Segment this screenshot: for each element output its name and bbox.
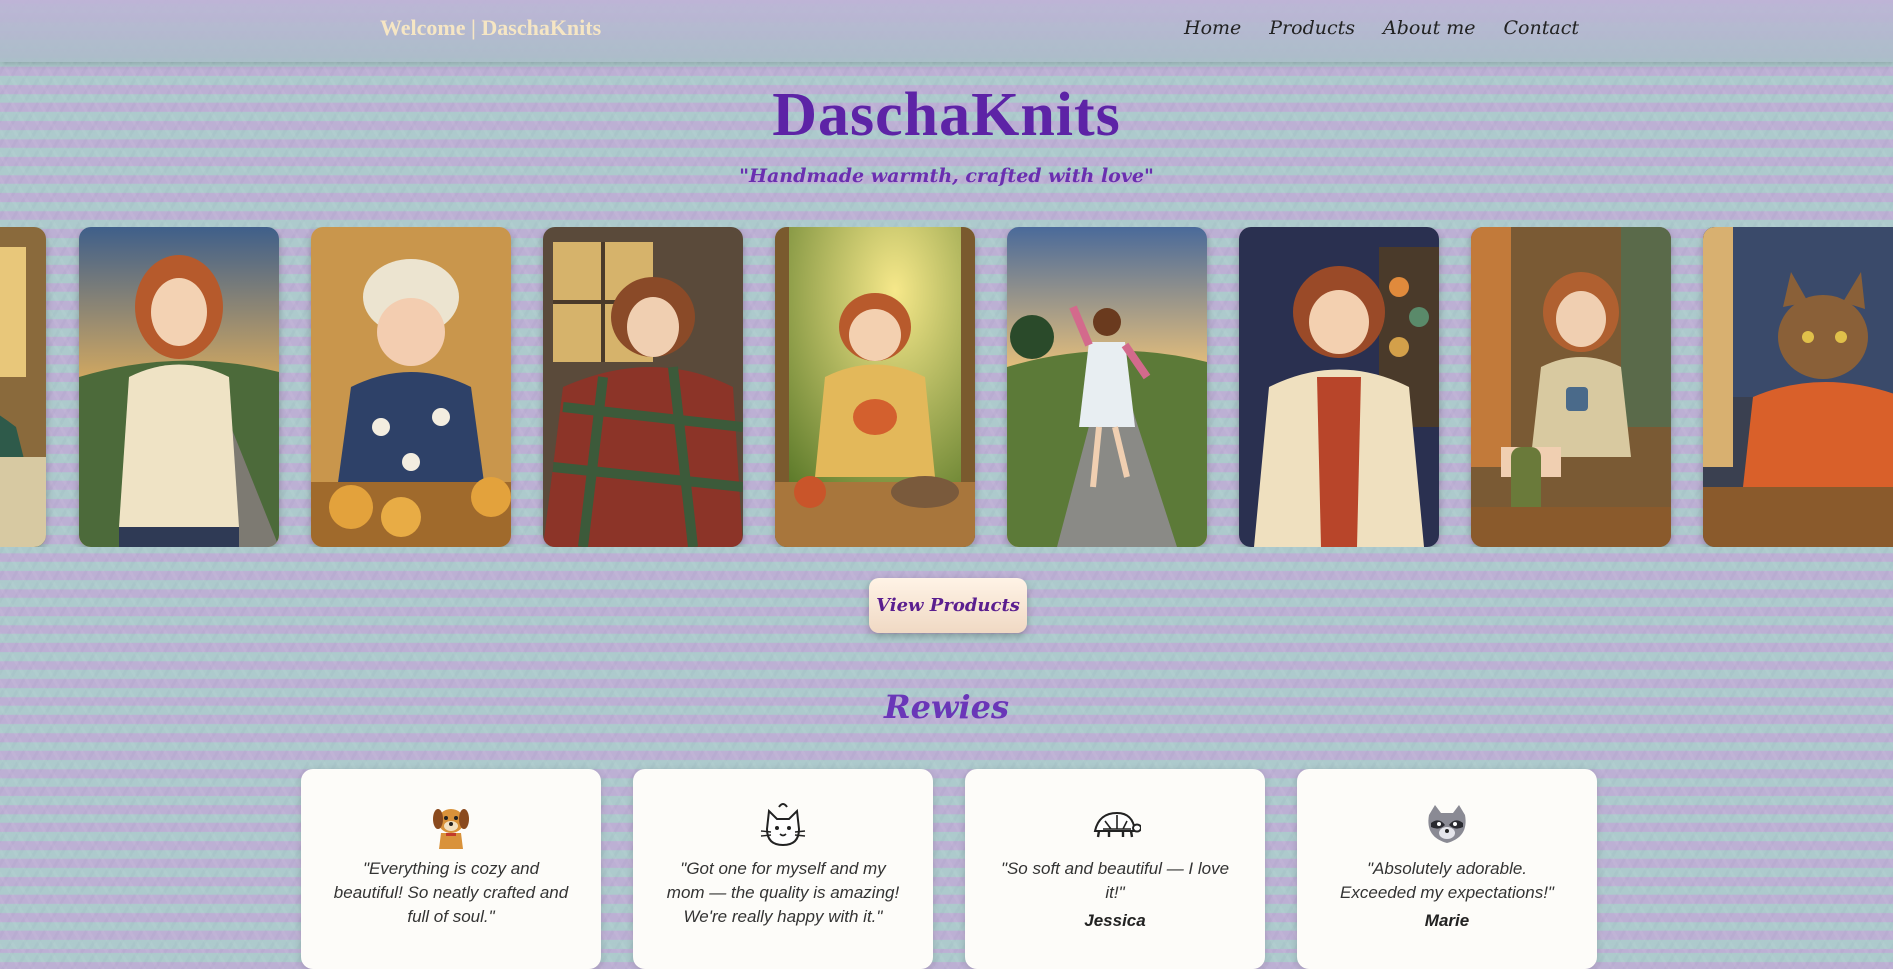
review-text: "Absolutely adorable. Exceeded my expect… — [1340, 859, 1554, 902]
nav-home-link[interactable]: Home — [1184, 17, 1241, 39]
review-card: "Everything is cozy and beautiful! So ne… — [301, 769, 601, 969]
view-products-button[interactable]: View Products — [869, 578, 1027, 633]
gallery-image-girl-cardigan-shop[interactable] — [1239, 227, 1439, 547]
review-text: "Got one for myself and my mom — the qua… — [666, 859, 900, 926]
nav-products-link[interactable]: Products — [1269, 17, 1355, 39]
raccoon-icon — [1297, 799, 1597, 851]
top-navbar: Welcome | DaschaKnits Home Products Abou… — [0, 0, 1893, 62]
gallery-image-girl-knitting-with-cat[interactable] — [775, 227, 975, 547]
main-nav: Home Products About me Contact — [1184, 17, 1579, 39]
review-card: "So soft and beautiful — I love it!" Jes… — [965, 769, 1265, 969]
site-tagline: "Handmade warmth, crafted with love" — [739, 165, 1154, 187]
gallery-image-girl-plaid-blanket-window[interactable] — [543, 227, 743, 547]
nav-contact-link[interactable]: Contact — [1504, 17, 1579, 39]
image-gallery[interactable] — [0, 227, 1893, 547]
review-text: "So soft and beautiful — I love it!" — [1000, 859, 1230, 902]
turtle-icon — [965, 799, 1265, 851]
gallery-image-girl-cream-sweater-sunset[interactable] — [79, 227, 279, 547]
gallery-image-cat-in-sweater-window[interactable] — [1703, 227, 1893, 547]
cat-icon — [633, 799, 933, 851]
gallery-image-girl-dancing-road[interactable] — [1007, 227, 1207, 547]
nav-about-link[interactable]: About me — [1383, 17, 1476, 39]
review-text: "Everything is cozy and beautiful! So ne… — [333, 859, 569, 926]
gallery-image-girl-beanie-knitting[interactable] — [311, 227, 511, 547]
review-card: "Absolutely adorable. Exceeded my expect… — [1297, 769, 1597, 969]
review-card: "Got one for myself and my mom — the qua… — [633, 769, 933, 969]
review-author: Marie — [1424, 911, 1470, 930]
dog-icon — [301, 799, 601, 851]
gallery-image-girl-with-mug-window[interactable] — [1471, 227, 1671, 547]
gallery-image-girl-knitting-partial[interactable] — [0, 227, 46, 547]
review-author: Jessica — [1084, 911, 1146, 930]
site-title: DaschaKnits — [772, 81, 1121, 149]
reviews-heading: Rewies — [883, 688, 1010, 726]
brand-welcome: Welcome | DaschaKnits — [380, 15, 602, 40]
